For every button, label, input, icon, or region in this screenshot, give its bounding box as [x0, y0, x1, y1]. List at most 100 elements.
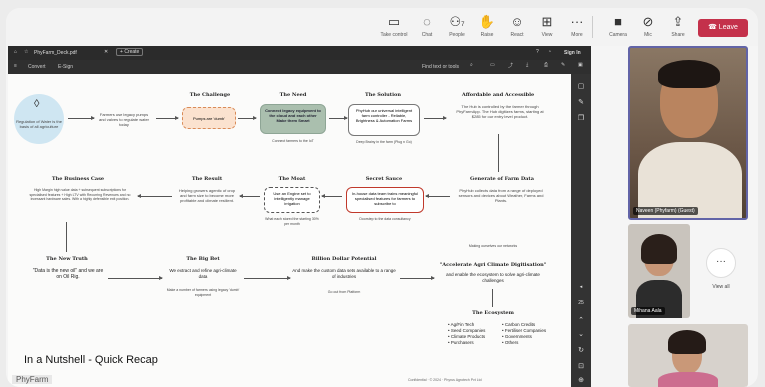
need-box: Connect legacy equipment to the cloud an… — [260, 104, 326, 134]
share-file-icon[interactable]: ⤴ — [508, 62, 513, 69]
help-icon[interactable]: ? — [536, 49, 539, 55]
menu-icon[interactable]: ≡ — [14, 63, 17, 69]
arrow — [156, 116, 179, 120]
download-icon[interactable]: ⤓ — [526, 62, 528, 68]
need-note: Connect farmers to the IoT — [272, 139, 314, 143]
arrow — [238, 116, 257, 120]
ecosystem-list-2: • Carbon Credits • Fertiliser Companies … — [502, 322, 568, 346]
bet-text: We extract and refine agri-climate data — [169, 268, 237, 279]
slide-footer: Confidential · © 2024 · Phyrus Agrotech … — [408, 378, 482, 382]
more-icon: ··· — [570, 14, 584, 29]
billion-note: Go out from Platform — [327, 290, 361, 294]
participant-tile[interactable] — [628, 324, 748, 387]
viewer-tab-bar: ⌂ ☆ PhyFarm_Deck.pdf ✕ + Create ? ◔ Sign… — [8, 46, 591, 60]
comment-tool-icon[interactable]: ▢ — [571, 82, 591, 90]
new-tab-button[interactable]: + Create — [116, 48, 144, 56]
bet-note: Make a number of farmers using legacy 'd… — [166, 288, 240, 297]
moat-heading: The Moat — [278, 176, 306, 182]
secret-heading: Secret Sauce — [365, 176, 403, 182]
edit-icon[interactable]: ✎ — [561, 62, 565, 68]
pages-icon[interactable]: ❐ — [571, 114, 591, 122]
search-icon[interactable]: ⌕ — [470, 62, 473, 68]
chevron-down-icon[interactable]: ⌄ — [571, 330, 591, 338]
affordable-heading: Affordable and Accessible — [461, 92, 535, 98]
ecosystem-list-1: • Ag/Fin Tech • Seed Companies • Climate… — [448, 322, 498, 346]
solution-heading: The Solution — [365, 92, 401, 98]
viewer-side-toolbar: ▢ ✎ ❐ ◂ 25 ⌃ ⌄ ↻ ⊡ ⊕ — [571, 74, 591, 387]
refresh-icon[interactable]: ↻ — [571, 346, 591, 354]
arrow — [321, 194, 342, 198]
take-control-icon: ▭ — [387, 14, 401, 29]
participant-name: Naveen (Phyfarm) (Guest) — [633, 207, 698, 215]
print-icon[interactable]: ⎙ — [544, 62, 548, 68]
meeting-toolbar: ▭ Take control ◌ Chat ⚇7 People ✋ Raise ☺ Rea… — [6, 8, 758, 46]
secret-note: Doorstep to the data consultancy — [359, 217, 411, 221]
arrow — [137, 194, 172, 198]
leave-button[interactable]: ☎ Leave — [698, 19, 748, 37]
arrow — [400, 276, 435, 280]
view-all-button[interactable]: ··· View all — [696, 248, 746, 308]
annotate-icon[interactable]: ✎ — [571, 98, 591, 106]
sign-in-link[interactable]: Sign In — [564, 50, 581, 56]
esign-menu[interactable]: E-Sign — [58, 64, 73, 70]
business-heading: The Business Case — [51, 176, 105, 182]
shared-screen: ⌂ ☆ PhyFarm_Deck.pdf ✕ + Create ? ◔ Sign… — [8, 46, 591, 387]
challenge-box: Pumps are 'dumb' — [182, 107, 236, 129]
viewer-tab[interactable]: PhyFarm_Deck.pdf — [34, 50, 77, 56]
farm-data-text: PhyHub collects data from a range of dep… — [458, 188, 544, 203]
connector — [492, 289, 493, 307]
home-icon[interactable]: ⌂ — [14, 49, 17, 55]
take-control-button[interactable]: ▭ Take control — [376, 14, 412, 38]
more-icon: ··· — [706, 248, 736, 278]
star-icon[interactable]: ☆ — [24, 49, 28, 55]
convert-menu[interactable]: Convert — [28, 64, 46, 70]
chevron-up-icon[interactable]: ⌃ — [571, 316, 591, 324]
page-number: 25 — [578, 300, 584, 306]
bell-icon[interactable]: ◔ — [548, 49, 551, 55]
billion-text: And make the custom data sets available … — [292, 268, 396, 279]
regulation-text: Regulation of Water is the basis of all … — [16, 119, 62, 129]
connector — [66, 222, 67, 252]
intro-text: Farmers use legacy pumps and valves to r… — [98, 112, 150, 127]
ecosystem-heading: The Ecosystem — [472, 310, 514, 316]
phone-hangup-icon: ☎ — [708, 24, 719, 31]
list-item: • Purchasers — [448, 340, 474, 345]
share-icon: ⇪ — [672, 14, 684, 29]
slide-title: In a Nutshell - Quick Recap — [24, 354, 158, 366]
close-tab-icon[interactable]: ✕ — [104, 49, 108, 55]
moat-box: Use an Engine set to intelligently manag… — [264, 187, 320, 213]
farm-data-heading: Generate of Farm Data — [470, 176, 534, 182]
arrow — [329, 116, 348, 120]
page-up-icon[interactable]: ◂ — [571, 284, 591, 290]
zoom-in-icon[interactable]: ⊕ — [571, 376, 591, 384]
meeting-window: ▭ Take control ◌ Chat ⚇7 People ✋ Raise ☺ Rea… — [6, 8, 758, 387]
secret-box: In-house data team trains meaningful spe… — [346, 187, 424, 213]
find-text-field[interactable]: Find text or tools — [422, 64, 459, 70]
participant-hair — [658, 60, 720, 88]
water-drop-icon: ◊ — [34, 98, 40, 110]
accelerate-note: Making ourselves our networks — [468, 244, 518, 248]
toolbar-divider — [592, 16, 593, 38]
result-heading: The Result — [191, 176, 223, 182]
result-text: Helping growers agentic of crop and farm… — [178, 188, 236, 203]
arrow — [68, 116, 95, 120]
arrow — [108, 276, 163, 280]
participant-tile[interactable]: Mihana Aala — [628, 224, 690, 318]
truth-heading: The New Truth — [46, 256, 88, 262]
page-view-icon[interactable]: ⊡ — [571, 362, 591, 370]
bet-heading: The Big Bet — [186, 256, 220, 262]
participant-name: Mihana Aala — [631, 307, 665, 315]
fit-icon[interactable]: ▣ — [578, 62, 583, 68]
billion-heading: Billion Dollar Potential — [311, 256, 377, 262]
connector — [498, 134, 499, 172]
business-text: High Margin high value data + subsequent… — [29, 188, 131, 201]
participant-tile-main[interactable]: Naveen (Phyfarm) (Guest) — [628, 46, 748, 220]
need-heading: The Need — [279, 92, 307, 98]
phyfarm-logo: PhyFarm — [12, 375, 53, 384]
view-all-label: View all — [712, 284, 730, 290]
list-item: • Others — [502, 340, 519, 345]
comment-icon[interactable]: ▭ — [490, 62, 495, 68]
slide-canvas: ◊ Regulation of Water is the basis of al… — [8, 74, 571, 387]
share-button[interactable]: ⇪ Share — [660, 14, 696, 38]
more-button[interactable]: ··· More — [559, 14, 595, 38]
